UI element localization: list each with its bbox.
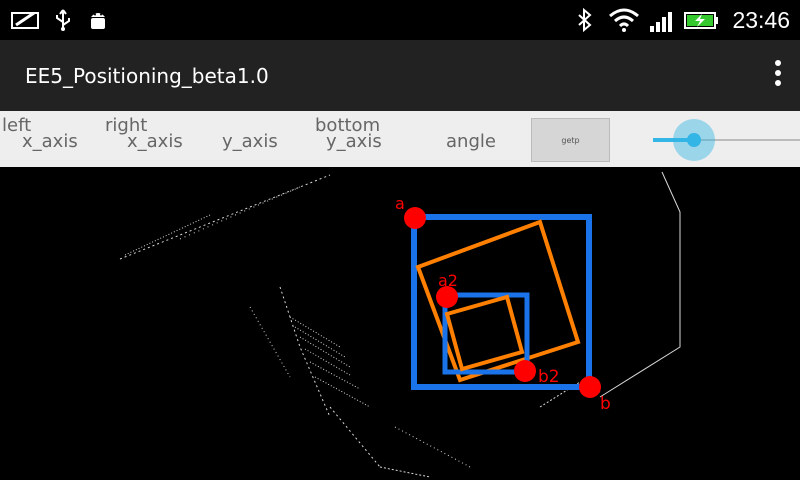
marker-a2-label: a2: [438, 271, 458, 290]
camera-view[interactable]: a a2 b2 b: [0, 167, 800, 480]
angle-field: angle: [446, 131, 496, 152]
slider-thumb[interactable]: [687, 133, 701, 147]
usb-icon: [56, 9, 70, 31]
inner-rotated-box: [444, 294, 525, 372]
battery-charging-icon: [684, 12, 718, 29]
control-bar: left x_axis right x_axis y_axis bottom y…: [0, 111, 800, 167]
status-bar: 23:46: [0, 0, 800, 40]
threshold-slider[interactable]: [653, 111, 800, 167]
getp-button[interactable]: getp: [531, 118, 610, 162]
app-title: EE5_Positioning_beta1.0: [25, 64, 269, 88]
right-x-axis-field: x_axis: [127, 131, 183, 152]
bluetooth-icon: [578, 8, 592, 32]
marker-b-label: b: [600, 394, 611, 414]
wifi-icon: [609, 8, 639, 32]
marker-a-label: a: [395, 194, 405, 213]
marker-a: [404, 207, 426, 229]
y-axis-field: y_axis: [222, 131, 278, 152]
edge-lines: [119, 171, 681, 478]
action-bar: EE5_Positioning_beta1.0: [0, 40, 800, 111]
overflow-menu-icon[interactable]: [772, 60, 784, 92]
marker-b2: [514, 360, 536, 382]
marker-b2-label: b2: [538, 367, 560, 387]
signal-icon: [650, 12, 672, 32]
camera-overlay: a a2 b2 b: [119, 171, 681, 478]
left-x-axis-field: x_axis: [22, 131, 78, 152]
marker-b: [579, 376, 601, 398]
android-debug-icon: [91, 13, 105, 29]
screenshot-icon: [11, 11, 39, 29]
bottom-y-axis-field: y_axis: [326, 131, 382, 152]
clock: 23:46: [732, 7, 790, 33]
